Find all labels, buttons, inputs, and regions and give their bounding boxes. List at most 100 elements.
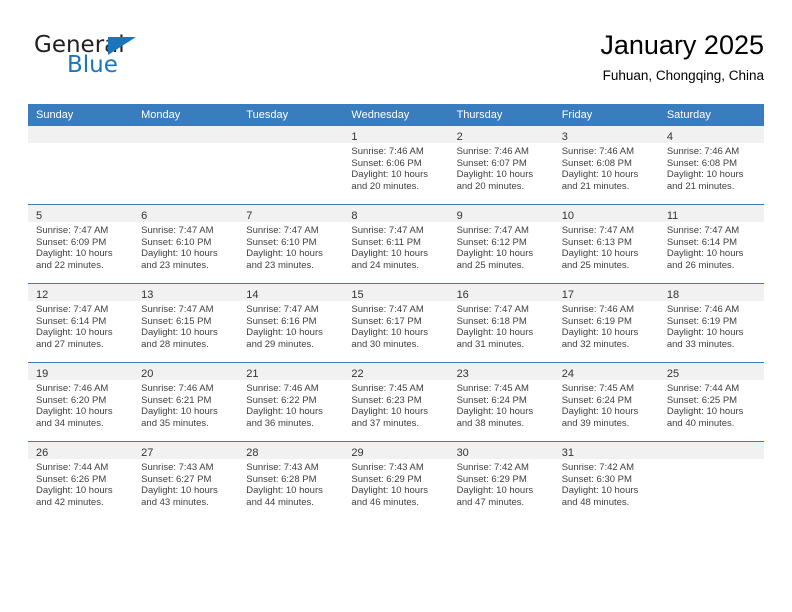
day-number: 30: [456, 447, 469, 459]
day-sunset-text: Sunset: 6:20 PM: [36, 394, 107, 406]
calendar-week-row: 1 Sunrise: 7:46 AM Sunset: 6:06 PM Daylight…: [28, 126, 764, 205]
day-daylight2-text: and 32 minutes.: [561, 339, 630, 351]
calendar-cell[interactable]: 30 Sunrise: 7:42 AM Sunset: 6:29 PM Dayligh…: [448, 441, 554, 520]
calendar-cell[interactable]: 25 Sunrise: 7:44 AM Sunset: 6:25 PM Dayligh…: [658, 362, 764, 442]
day-sun-info: Sunrise: 7:47 AM Sunset: 6:18 PM Daylight:…: [449, 301, 554, 351]
calendar-cell[interactable]: 27 Sunrise: 7:43 AM Sunset: 6:27 PM Dayligh…: [133, 441, 239, 520]
calendar-cell[interactable]: 20 Sunrise: 7:46 AM Sunset: 6:21 PM Dayligh…: [133, 362, 239, 442]
calendar-cell[interactable]: 31 Sunrise: 7:42 AM Sunset: 6:30 PM Dayligh…: [553, 441, 659, 520]
calendar-day: 24 Sunrise: 7:45 AM Sunset: 6:24 PM Dayligh…: [553, 363, 659, 441]
day-sun-info: Sunrise: 7:47 AM Sunset: 6:10 PM Daylight:…: [238, 222, 343, 272]
calendar-cell[interactable]: 24 Sunrise: 7:45 AM Sunset: 6:24 PM Dayligh…: [553, 362, 659, 442]
day-sunset-text: Sunset: 6:25 PM: [666, 394, 738, 406]
day-sun-info: Sunrise: 7:47 AM Sunset: 6:15 PM Daylight:…: [133, 301, 238, 351]
calendar-cell[interactable]: 18 Sunrise: 7:46 AM Sunset: 6:19 PM Dayligh…: [658, 283, 764, 363]
calendar-cell[interactable]: 16 Sunrise: 7:47 AM Sunset: 6:18 PM Dayligh…: [448, 283, 554, 363]
day-sunset-text: Sunset: 6:08 PM: [561, 157, 632, 169]
day-number-strip: 28: [238, 442, 344, 459]
day-sun-info: Sunrise: 7:46 AM Sunset: 6:22 PM Daylight:…: [238, 380, 343, 430]
day-sunset-text: Sunset: 6:29 PM: [351, 473, 422, 485]
calendar-day: 27 Sunrise: 7:43 AM Sunset: 6:27 PM Dayligh…: [133, 442, 239, 520]
calendar-day: 20 Sunrise: 7:46 AM Sunset: 6:21 PM Dayligh…: [133, 363, 239, 441]
calendar-cell[interactable]: 3 Sunrise: 7:46 AM Sunset: 6:08 PM Daylight…: [553, 126, 659, 205]
calendar-cell[interactable]: 19 Sunrise: 7:46 AM Sunset: 6:20 PM Dayligh…: [28, 362, 134, 442]
day-sunrise-text: Sunrise: 7:46 AM: [561, 146, 635, 157]
calendar-cell[interactable]: 12 Sunrise: 7:47 AM Sunset: 6:14 PM Dayligh…: [28, 283, 134, 363]
calendar-cell[interactable]: [133, 126, 239, 205]
day-daylight2-text: and 25 minutes.: [456, 260, 525, 272]
calendar-cell[interactable]: 10 Sunrise: 7:47 AM Sunset: 6:13 PM Dayligh…: [553, 204, 659, 284]
day-sun-info: Sunrise: 7:46 AM Sunset: 6:08 PM Daylight:…: [659, 143, 764, 193]
calendar-day: 19 Sunrise: 7:46 AM Sunset: 6:20 PM Dayligh…: [28, 363, 134, 441]
day-sun-info: Sunrise: 7:43 AM Sunset: 6:27 PM Daylight:…: [133, 459, 238, 509]
day-sunrise-text: Sunrise: 7:44 AM: [666, 383, 740, 394]
calendar-cell[interactable]: 11 Sunrise: 7:47 AM Sunset: 6:14 PM Dayligh…: [658, 204, 764, 284]
day-sunset-text: Sunset: 6:26 PM: [36, 473, 107, 485]
day-daylight2-text: and 48 minutes.: [561, 497, 630, 509]
day-number-strip: 7: [238, 205, 344, 222]
day-number: 29: [351, 447, 364, 459]
day-sun-info: Sunrise: 7:46 AM Sunset: 6:19 PM Daylight:…: [659, 301, 764, 351]
day-sunset-text: Sunset: 6:14 PM: [36, 315, 107, 327]
day-sunrise-text: Sunrise: 7:47 AM: [456, 225, 529, 236]
day-number-strip: 11: [658, 205, 764, 222]
day-sunrise-text: Sunrise: 7:47 AM: [666, 225, 740, 236]
calendar-cell[interactable]: 6 Sunrise: 7:47 AM Sunset: 6:10 PM Daylight…: [133, 204, 239, 284]
calendar-cell[interactable]: 9 Sunrise: 7:47 AM Sunset: 6:12 PM Daylight…: [448, 204, 554, 284]
calendar-day: 26 Sunrise: 7:44 AM Sunset: 6:26 PM Dayligh…: [28, 442, 134, 520]
calendar-day: 30 Sunrise: 7:42 AM Sunset: 6:29 PM Dayligh…: [448, 442, 554, 520]
day-daylight1-text: Daylight: 10 hours: [351, 248, 428, 260]
calendar-cell[interactable]: 7 Sunrise: 7:47 AM Sunset: 6:10 PM Daylight…: [238, 204, 344, 284]
day-sunset-text: Sunset: 6:21 PM: [141, 394, 212, 406]
day-daylight1-text: Daylight: 10 hours: [141, 248, 218, 260]
day-daylight2-text: and 47 minutes.: [456, 497, 525, 509]
day-daylight1-text: Daylight: 10 hours: [456, 248, 534, 260]
calendar-cell[interactable]: 23 Sunrise: 7:45 AM Sunset: 6:24 PM Dayligh…: [448, 362, 554, 442]
day-daylight2-text: and 30 minutes.: [351, 339, 420, 351]
calendar-day: 15 Sunrise: 7:47 AM Sunset: 6:17 PM Dayligh…: [343, 284, 449, 362]
calendar-cell[interactable]: 22 Sunrise: 7:45 AM Sunset: 6:23 PM Dayligh…: [343, 362, 449, 442]
day-daylight1-text: Daylight: 10 hours: [141, 327, 218, 339]
day-daylight1-text: Daylight: 10 hours: [36, 248, 113, 260]
day-daylight2-text: and 35 minutes.: [141, 418, 209, 430]
calendar-cell[interactable]: 1 Sunrise: 7:46 AM Sunset: 6:06 PM Daylight…: [343, 126, 449, 205]
day-number-strip: 13: [133, 284, 239, 301]
day-daylight1-text: Daylight: 10 hours: [561, 327, 639, 339]
day-sun-info: Sunrise: 7:45 AM Sunset: 6:24 PM Daylight:…: [554, 380, 659, 430]
calendar-cell[interactable]: 28 Sunrise: 7:43 AM Sunset: 6:28 PM Dayligh…: [238, 441, 344, 520]
calendar-cell[interactable]: 21 Sunrise: 7:46 AM Sunset: 6:22 PM Dayligh…: [238, 362, 344, 442]
day-sunset-text: Sunset: 6:10 PM: [246, 236, 317, 248]
day-number: 21: [246, 368, 259, 380]
calendar-day: 1 Sunrise: 7:46 AM Sunset: 6:06 PM Daylight…: [343, 126, 449, 204]
calendar-day: 17 Sunrise: 7:46 AM Sunset: 6:19 PM Dayligh…: [553, 284, 659, 362]
calendar-cell[interactable]: 13 Sunrise: 7:47 AM Sunset: 6:15 PM Dayligh…: [133, 283, 239, 363]
day-sunset-text: Sunset: 6:22 PM: [246, 394, 317, 406]
calendar-cell[interactable]: 17 Sunrise: 7:46 AM Sunset: 6:19 PM Dayligh…: [553, 283, 659, 363]
day-sunset-text: Sunset: 6:17 PM: [351, 315, 422, 327]
day-number-strip: 6: [133, 205, 239, 222]
day-sunrise-text: Sunrise: 7:43 AM: [351, 462, 424, 473]
day-daylight2-text: and 37 minutes.: [351, 418, 420, 430]
weekday-header-friday: Friday: [553, 104, 659, 126]
day-sunset-text: Sunset: 6:27 PM: [141, 473, 212, 485]
calendar-cell[interactable]: 2 Sunrise: 7:46 AM Sunset: 6:07 PM Daylight…: [448, 126, 554, 205]
calendar-cell[interactable]: 26 Sunrise: 7:44 AM Sunset: 6:26 PM Dayligh…: [28, 441, 134, 520]
day-daylight1-text: Daylight: 10 hours: [561, 485, 639, 497]
day-sunrise-text: Sunrise: 7:47 AM: [141, 225, 214, 236]
calendar-cell[interactable]: 29 Sunrise: 7:43 AM Sunset: 6:29 PM Dayligh…: [343, 441, 449, 520]
day-number-strip: [238, 126, 344, 143]
calendar-cell[interactable]: [658, 441, 764, 520]
day-number-strip: 16: [448, 284, 554, 301]
day-daylight2-text: and 39 minutes.: [561, 418, 630, 430]
calendar-cell[interactable]: 15 Sunrise: 7:47 AM Sunset: 6:17 PM Dayligh…: [343, 283, 449, 363]
brand-logo[interactable]: General Blue: [34, 32, 234, 88]
day-sun-info: Sunrise: 7:43 AM Sunset: 6:28 PM Daylight:…: [238, 459, 343, 509]
calendar-cell[interactable]: 5 Sunrise: 7:47 AM Sunset: 6:09 PM Daylight…: [28, 204, 134, 284]
day-sunrise-text: Sunrise: 7:47 AM: [36, 304, 109, 315]
calendar-cell[interactable]: 4 Sunrise: 7:46 AM Sunset: 6:08 PM Daylight…: [658, 126, 764, 205]
calendar-cell[interactable]: 14 Sunrise: 7:47 AM Sunset: 6:16 PM Dayligh…: [238, 283, 344, 363]
calendar-cell[interactable]: [238, 126, 344, 205]
day-daylight1-text: Daylight: 10 hours: [246, 406, 323, 418]
calendar-cell[interactable]: [28, 126, 134, 205]
calendar-cell[interactable]: 8 Sunrise: 7:47 AM Sunset: 6:11 PM Daylight…: [343, 204, 449, 284]
